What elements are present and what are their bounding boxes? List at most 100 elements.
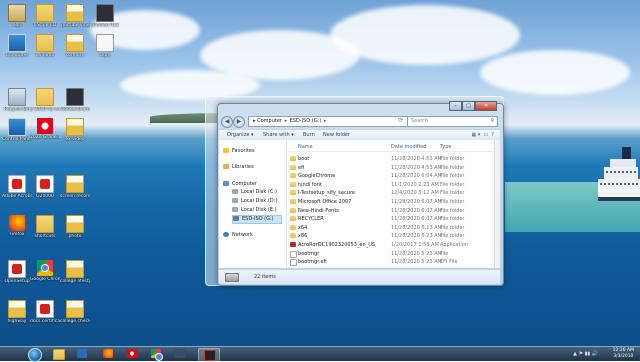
file-date: 11/28/2020 4:53 AM [391,164,442,171]
pdf-icon [8,260,26,278]
folderdoc-icon [66,4,84,22]
desktop-icon[interactable]: youtube videos [60,4,90,28]
cloud [330,5,520,65]
search-icon: ⚲ [490,118,494,124]
desktop-icon[interactable]: G20000 [30,175,60,199]
breadcrumb-computer[interactable]: Computer [257,118,282,124]
file-row[interactable]: bootmgr 11/28/2020 5:23 AM File [288,250,495,258]
clock[interactable]: 12:26 AM 3/3/2010 [613,348,634,360]
nav-drive-c[interactable]: Local Disk (C:) [232,189,277,196]
darkimg-icon [96,4,114,22]
view-options-icon[interactable]: ▦ ▾ ▭ ? [471,130,494,140]
desktop-icon[interactable]: Computer [2,34,32,58]
explorer-window[interactable]: – □ ✕ ◀ ▶ ▸ Computer ▸ ESD-ISO (G:) ▸ ⟳ … [217,101,504,286]
desktop-icon[interactable]: CS 5.x CD [30,4,60,28]
cruise-ship [596,145,640,215]
file-date: 11/28/2020 6:07 AM [391,216,442,223]
column-type[interactable]: Type [440,143,490,151]
library-icon [223,164,229,169]
file-row[interactable]: boot 11/28/2020 4:53 AM File folder [288,155,495,163]
desktop-icon[interactable]: Control Panel [2,118,32,142]
file-date: 11/28/2020 5:23 AM [391,250,442,257]
folder-icon [290,190,296,196]
file-row[interactable]: efi 11/28/2020 4:53 AM File folder [288,164,495,172]
drive-icon [232,189,238,194]
file-row[interactable]: Microsoft Office 2007 11/28/2020 6:07 AM F… [288,198,495,206]
monitor-icon [8,34,26,52]
breadcrumb-drive[interactable]: ESD-ISO (G:) [290,118,322,124]
desktop-icon[interactable]: Firefox [2,215,32,237]
network-icon [223,232,229,237]
nav-favorites[interactable]: Favorites [223,148,255,155]
column-date-modified[interactable]: Date modified [391,143,447,151]
file-row[interactable]: I-Testsetup_sify_secure 12/4/2020 3:12 AM… [288,189,495,197]
column-name[interactable]: Name [298,143,390,151]
taskbar-media[interactable] [72,348,92,360]
file-date: 11/28/2020 5:23 AM [391,259,442,266]
desktop-icon[interactable]: Adobe Acrobat... [2,175,32,199]
taskbar-app[interactable] [170,348,190,360]
desktop-icon[interactable]: Google Chrome [30,260,60,282]
file-row[interactable]: x86 11/28/2020 5:23 AM File folder [288,232,495,240]
minimize-button[interactable]: – [449,101,462,111]
desktop-icon[interactable]: ado [2,4,32,28]
new-folder-button[interactable]: New folder [323,130,350,140]
desktop-icon[interactable]: Ogre [90,34,120,58]
usb-drive-icon [233,216,239,221]
address-bar[interactable]: ▸ Computer ▸ ESD-ISO (G:) ▸ [248,116,410,127]
share-with-button[interactable]: Share with ▾ [263,130,294,140]
vertical-scrollbar[interactable] [494,140,500,268]
file-date: 11/1/2020 2:23 AM [391,181,439,188]
folderdoc-icon [66,34,84,52]
taskbar-firefox[interactable] [98,348,118,360]
search-input[interactable]: Search ⚲ [407,116,498,127]
nav-drive-g[interactable]: ESD-ISO (G:) [232,215,282,224]
desktop-icon[interactable]: Untitled 012 [90,4,120,28]
burn-button[interactable]: Burn [303,130,315,140]
nav-drive-d[interactable]: Local Disk (D:) [232,198,277,205]
file-date: 1/20/2017 1:58 AM [391,242,439,248]
desktop-icon[interactable]: Wondershare UniConverter [60,88,90,112]
file-row[interactable]: New-Hindi-Fonts 11/28/2020 6:07 AM File fo… [288,207,495,215]
file-row[interactable]: bootmgr.efi 11/28/2020 5:23 AM EFI File [288,258,495,267]
desktop-icon[interactable]: college checker [60,300,90,324]
file-type: File folder [440,190,465,197]
desktop-icon[interactable]: docs certificate [30,300,60,324]
file-row[interactable]: x64 11/28/2020 5:13 AM File folder [288,224,495,232]
desktop-icon[interactable]: college lifestyle [60,260,90,284]
taskbar-opera[interactable] [122,348,142,360]
navigation-row: ◀ ▶ ▸ Computer ▸ ESD-ISO (G:) ▸ ⟳ Search… [221,116,500,128]
desktop-icon[interactable]: ex-video [60,118,90,142]
desktop-icon-label: highway [7,319,27,324]
desktop-icon[interactable]: 2020 Grade 1 [30,118,60,140]
desktop-icon[interactable]: Recycle Bin [2,88,32,112]
maximize-button[interactable]: □ [462,101,475,111]
desktop-icon[interactable]: highway [2,300,32,324]
desktop-icon[interactable]: coreldry [60,34,90,58]
nav-drive-e[interactable]: Local Disk (E:) [232,207,277,214]
desktop-icon[interactable]: OpenSetup [2,260,32,284]
desktop-icon[interactable]: jr 2020 hp eng [30,88,60,112]
file-row[interactable]: AcroRdrDC1902320053_en_US 1/20/2017 1:58 … [288,241,495,249]
taskbar-explorer[interactable] [48,348,68,360]
desktop-icon[interactable]: Winamp [30,34,60,58]
folder-icon [290,164,296,170]
star-icon [223,148,229,153]
file-row[interactable]: GoogleChrome 11/28/2020 6:04 AM File folde… [288,172,495,180]
file-row[interactable]: hindi font 11/1/2020 2:23 AM File folder [288,181,495,189]
taskbar-chrome[interactable] [146,348,166,361]
refresh-icon[interactable]: ⟳ [398,117,403,124]
nav-network[interactable]: Network [223,232,253,239]
organize-button[interactable]: Organize ▾ [227,130,254,140]
back-button[interactable]: ◀ [221,116,233,128]
system-tray[interactable]: ▲ ⚑ ▮▮ 🔊 [573,351,598,357]
drive-icon [232,207,238,212]
nav-computer[interactable]: Computer [223,181,257,188]
desktop-icon[interactable]: shortcuts [30,215,60,239]
forward-button[interactable]: ▶ [233,116,245,128]
desktop-icon[interactable]: photo [60,215,90,239]
file-row[interactable]: RECYCLER 11/28/2020 6:07 AM File folder [288,215,495,223]
nav-libraries[interactable]: Libraries [223,164,254,171]
desktop-icon[interactable]: screen recording [60,175,90,199]
close-button[interactable]: ✕ [475,101,497,111]
